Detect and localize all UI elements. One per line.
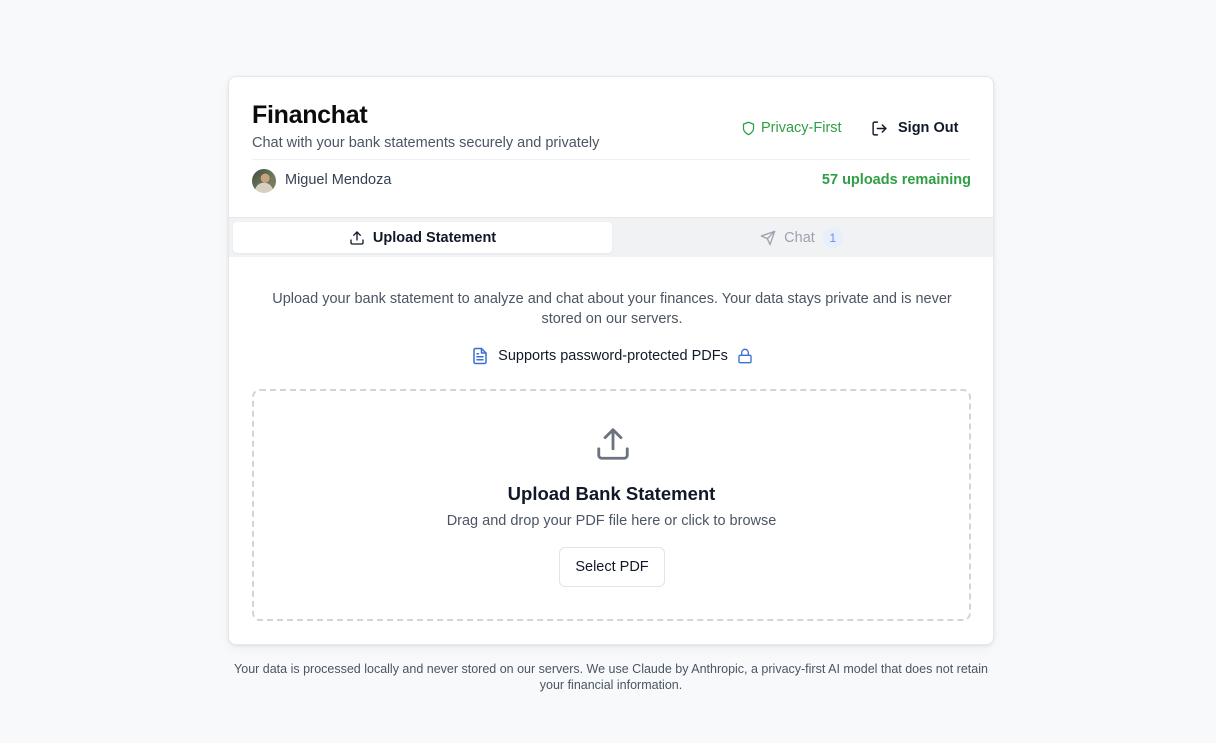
privacy-badge: Privacy-First (741, 118, 842, 138)
password-support-note: Supports password-protected PDFs (229, 345, 993, 367)
password-note-label: Supports password-protected PDFs (498, 348, 728, 364)
pdf-dropzone[interactable]: Upload Bank Statement Drag and drop your… (252, 389, 971, 621)
privacy-badge-label: Privacy-First (761, 120, 842, 136)
app-subtitle: Chat with your bank statements securely … (252, 135, 600, 151)
header: Financhat Chat with your bank statements… (229, 77, 993, 217)
user-name: Miguel Mendoza (285, 172, 392, 188)
tab-label: Upload Statement (372, 229, 497, 246)
main-card: Financhat Chat with your bank statements… (228, 76, 994, 645)
header-divider (252, 159, 970, 160)
app-title: Financhat (252, 101, 368, 129)
tab-upload-statement[interactable]: Upload Statement (233, 222, 612, 253)
uploads-remaining: 57 uploads remaining (821, 172, 971, 188)
upload-intro: Upload your bank statement to analyze an… (272, 291, 952, 327)
shield-icon (741, 121, 756, 136)
tab-bar: Upload Statement Chat 1 (229, 217, 993, 257)
upload-icon (349, 230, 365, 246)
file-text-icon (471, 347, 489, 365)
dropzone-hint: Drag and drop your PDF file here or clic… (446, 513, 777, 529)
upload-icon (594, 425, 632, 463)
log-out-icon (871, 120, 888, 137)
tab-chat[interactable]: Chat 1 (612, 222, 991, 253)
select-pdf-button[interactable]: Select PDF (559, 547, 665, 587)
lock-icon (737, 348, 753, 364)
chat-count-badge: 1 (822, 227, 843, 248)
privacy-footer-note: Your data is processed locally and never… (234, 662, 988, 692)
sign-out-label: Sign Out (898, 120, 959, 136)
send-icon (760, 230, 776, 246)
dropzone-title: Upload Bank Statement (507, 483, 716, 504)
avatar (252, 169, 276, 193)
sign-out-button[interactable]: Sign Out (871, 116, 958, 140)
tab-label: Chat (784, 229, 815, 246)
